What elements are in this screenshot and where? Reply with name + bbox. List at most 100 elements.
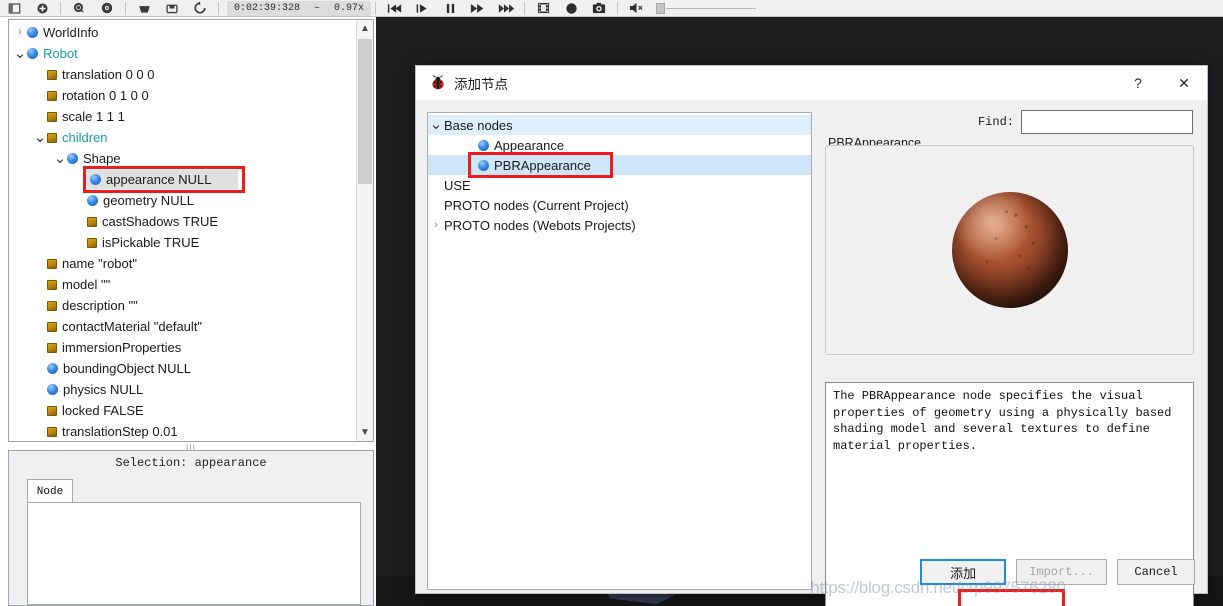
scene-tree-scrollbar[interactable]: ▲ ▼: [356, 20, 373, 441]
scrollbar-up-icon[interactable]: ▲: [357, 20, 373, 37]
fast-forward-icon[interactable]: [464, 0, 492, 16]
close-icon[interactable]: ✕: [1161, 66, 1207, 100]
scene-tree-row-content[interactable]: immersionProperties: [47, 340, 181, 355]
scene-tree-row-content[interactable]: Shape: [67, 151, 121, 166]
scene-tree-row-content[interactable]: boundingObject NULL: [47, 361, 191, 376]
node-type-row[interactable]: › PROTO nodes (Webots Projects): [428, 215, 811, 235]
scene-tree-row[interactable]: appearance NULL: [9, 166, 356, 193]
scene-tree-row-content[interactable]: WorldInfo: [27, 25, 98, 40]
scene-tree-row[interactable]: locked FALSE: [9, 400, 356, 421]
revert-icon[interactable]: [186, 0, 214, 16]
world-reload-icon[interactable]: [65, 0, 93, 16]
scene-tree-row-content[interactable]: locked FALSE: [47, 403, 144, 418]
scene-tree-row[interactable]: scale 1 1 1: [9, 106, 356, 127]
chevron-down-icon[interactable]: ⌄: [53, 151, 67, 166]
scene-tree-row-content[interactable]: name "robot": [47, 256, 137, 271]
scene-tree-row-content[interactable]: description "": [47, 298, 138, 313]
node-type-row[interactable]: PROTO nodes (Current Project): [428, 195, 811, 215]
scrollbar-thumb[interactable]: [358, 39, 372, 184]
scene-tree-row[interactable]: contactMaterial "default": [9, 316, 356, 337]
volume-slider-thumb[interactable]: [656, 2, 666, 14]
scene-tree-row[interactable]: model "": [9, 274, 356, 295]
scene-tree-list[interactable]: › WorldInfo ⌄ Robot translation 0 0 0 rotatio…: [9, 20, 356, 441]
volume-slider[interactable]: [656, 2, 757, 14]
panel-toggle-icon[interactable]: [0, 0, 28, 16]
help-button[interactable]: ?: [1115, 66, 1161, 100]
save-icon[interactable]: [158, 0, 186, 16]
record-icon[interactable]: [557, 0, 585, 16]
scene-tree-row-content[interactable]: isPickable TRUE: [87, 235, 199, 250]
scene-tree-row[interactable]: isPickable TRUE: [9, 232, 356, 253]
scene-tree-row[interactable]: › WorldInfo: [9, 22, 356, 43]
scene-tree-row[interactable]: immersionProperties: [9, 337, 356, 358]
node-type-row[interactable]: PBRAppearance: [428, 152, 811, 178]
scene-tree-row[interactable]: rotation 0 1 0 0: [9, 85, 356, 106]
run-icon[interactable]: [492, 0, 520, 16]
chevron-right-icon[interactable]: ›: [13, 27, 27, 38]
field-box-icon: [47, 111, 57, 122]
scene-tree-row[interactable]: boundingObject NULL: [9, 358, 356, 379]
trash-icon[interactable]: [130, 0, 158, 16]
scene-tree-row-content[interactable]: Robot: [27, 46, 78, 61]
scene-tree-row-label: immersionProperties: [62, 340, 182, 355]
scene-tree-row-content[interactable]: rotation 0 1 0 0: [47, 88, 149, 103]
cancel-button[interactable]: Cancel: [1117, 559, 1195, 585]
scene-tree-row-label: locked FALSE: [62, 403, 144, 418]
scene-tree-row[interactable]: physics NULL: [9, 379, 356, 400]
scene-tree-row[interactable]: translation 0 0 0: [9, 64, 356, 85]
add-button[interactable]: 添加: [920, 559, 1007, 585]
node-type-row[interactable]: USE: [428, 175, 811, 195]
toolbar-separator-4: [375, 1, 377, 15]
scene-tree-row[interactable]: ⌄ Robot: [9, 43, 356, 64]
scrollbar-down-icon[interactable]: ▼: [357, 424, 373, 441]
scene-tree-row-content[interactable]: geometry NULL: [87, 193, 194, 208]
scene-tree-row-content[interactable]: translation 0 0 0: [47, 67, 155, 82]
scene-tree-row[interactable]: translationStep 0.01: [9, 421, 356, 441]
screenshot-icon[interactable]: [585, 0, 613, 16]
node-sphere-icon: [27, 48, 38, 59]
scene-tree-row[interactable]: ⌄ children: [9, 127, 356, 148]
scene-tree-row-content[interactable]: castShadows TRUE: [87, 214, 218, 229]
scene-tree-row[interactable]: name "robot": [9, 253, 356, 274]
scene-tree-panel[interactable]: › WorldInfo ⌄ Robot translation 0 0 0 rotatio…: [8, 19, 374, 442]
pause-icon[interactable]: [436, 0, 464, 16]
scene-tree-row-content[interactable]: appearance NULL: [87, 170, 238, 189]
field-box-icon: [47, 69, 57, 80]
scene-tree-row-content[interactable]: physics NULL: [47, 382, 143, 397]
field-box-icon: [87, 216, 97, 227]
scene-tree-row[interactable]: geometry NULL: [9, 190, 356, 211]
chevron-right-icon[interactable]: ›: [428, 219, 444, 231]
node-type-row[interactable]: ⌄ Base nodes: [428, 115, 811, 135]
import-button[interactable]: Import...: [1016, 559, 1107, 585]
scene-tree-row-content[interactable]: model "": [47, 277, 110, 292]
movie-icon[interactable]: [529, 0, 557, 16]
add-node-icon[interactable]: [28, 0, 56, 16]
scene-tree-row[interactable]: ⌄ Shape: [9, 148, 356, 169]
mute-icon[interactable]: [622, 0, 650, 16]
scene-tree-row[interactable]: castShadows TRUE: [9, 211, 356, 232]
find-input[interactable]: [1021, 110, 1193, 134]
scene-tree-row-content[interactable]: translationStep 0.01: [47, 424, 178, 439]
chevron-down-icon[interactable]: ⌄: [33, 130, 47, 145]
chevron-down-icon[interactable]: ⌄: [13, 46, 27, 61]
view-icon[interactable]: [93, 0, 121, 16]
field-editor-tabstrip: Node: [27, 479, 361, 605]
dialog-titlebar[interactable]: 添加节点 ? ✕: [416, 66, 1207, 100]
scene-tree-row[interactable]: description "": [9, 295, 356, 316]
step-icon[interactable]: [408, 0, 436, 16]
scene-tree-row-label: children: [62, 130, 108, 145]
tab-node[interactable]: Node: [27, 479, 73, 503]
rewind-icon[interactable]: [380, 0, 408, 16]
field-box-icon: [47, 405, 57, 416]
selection-label: Selection: appearance: [115, 456, 267, 470]
scene-tree-row-content[interactable]: contactMaterial "default": [47, 319, 202, 334]
app-root: 0:02:39:328 – 0.97x › WorldInfo ⌄ Robot …: [0, 0, 1223, 606]
webots-bug-icon: [429, 75, 447, 91]
scene-tree-row-content[interactable]: scale 1 1 1: [47, 109, 125, 124]
add-node-dialog[interactable]: 添加节点 ? ✕ ⌄ Base nodes Appearance PBRAppeara…: [415, 65, 1208, 606]
scene-tree-row-content[interactable]: children: [47, 130, 108, 145]
node-type-row[interactable]: Appearance: [428, 135, 811, 155]
chevron-down-icon[interactable]: ⌄: [428, 117, 444, 132]
scene-tree-row-label: Robot: [43, 46, 78, 61]
node-type-tree[interactable]: ⌄ Base nodes Appearance PBRAppearance USE PRO…: [427, 112, 812, 590]
